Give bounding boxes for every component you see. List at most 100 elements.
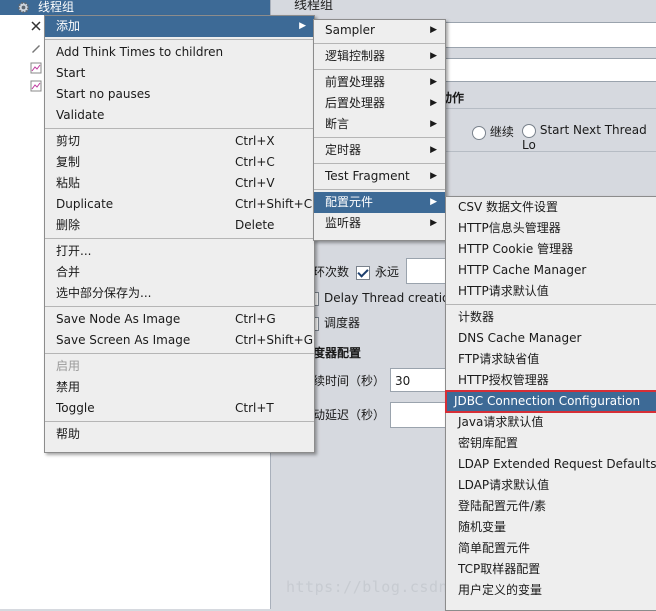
add-menu-item-test-fragment[interactable]: Test Fragment ▶ — [314, 166, 445, 187]
add-menu-item-8[interactable]: 定时器 ▶ — [314, 140, 445, 161]
config-menu-item-ldap[interactable]: LDAP请求默认值 — [446, 475, 656, 496]
config-menu-item-12[interactable]: 密钥库配置 — [446, 433, 656, 454]
config-menu-item-http-cache-manager[interactable]: HTTP Cache Manager — [446, 260, 656, 281]
delay-thread-creation-label: Delay Thread creation — [324, 291, 457, 305]
radio-start-next-thread[interactable]: Start Next Thread Lo — [522, 123, 656, 152]
scheduler-config-title: 度器配置 — [313, 346, 362, 360]
menu-item-label: 删除 — [56, 218, 81, 232]
config-menu-item-http-cookie[interactable]: HTTP Cookie 管理器 — [446, 239, 656, 260]
loop-count-field[interactable] — [406, 258, 448, 284]
menu-item-label: HTTP信息头管理器 — [458, 221, 561, 235]
context-menu-item-9[interactable]: 粘贴 Ctrl+V — [45, 173, 314, 194]
menu-item-label: 监听器 — [325, 216, 362, 230]
context-menu-item-duplicate[interactable]: Duplicate Ctrl+Shift+C — [45, 194, 314, 215]
menu-item-label: HTTP Cookie 管理器 — [458, 242, 574, 256]
config-menu-item-dns-cache-manager[interactable]: DNS Cache Manager — [446, 328, 656, 349]
menu-item-shortcut: Delete — [235, 218, 275, 232]
radio-continue[interactable]: 继续 — [472, 123, 514, 140]
config-menu-item-java[interactable]: Java请求默认值 — [446, 412, 656, 433]
menu-item-label: 计数器 — [458, 310, 495, 324]
submenu-arrow-icon: ▶ — [430, 25, 437, 35]
menu-item-label: 配置元件 — [325, 195, 374, 209]
add-menu-item-4[interactable]: 前置处理器 ▶ — [314, 72, 445, 93]
context-menu-item-validate[interactable]: Validate — [45, 105, 314, 126]
menu-item-label: HTTP请求默认值 — [458, 284, 549, 298]
delay-thread-creation-checkbox[interactable]: Delay Thread creation — [305, 291, 457, 306]
context-menu-item-save-screen-as-image[interactable]: Save Screen As Image Ctrl+Shift+G — [45, 330, 314, 351]
duration-label: 续时间（秒） — [313, 374, 386, 388]
forever-checkbox[interactable]: 永远 — [356, 263, 399, 280]
context-menu-item-save-node-as-image[interactable]: Save Node As Image Ctrl+G — [45, 309, 314, 330]
config-menu-item-19[interactable]: 用户定义的变量 — [446, 580, 656, 601]
menu-item-label: 启用 — [56, 359, 81, 373]
context-menu-item-start-no-pauses[interactable]: Start no pauses — [45, 84, 314, 105]
menu-item-label: 前置处理器 — [325, 75, 386, 89]
menu-item-label: DNS Cache Manager — [458, 331, 582, 345]
menu-item-label: Start no pauses — [56, 87, 151, 101]
chart-icon — [30, 80, 42, 92]
context-menu-item-add-think-times-to-children[interactable]: Add Think Times to children — [45, 42, 314, 63]
startup-delay-field[interactable] — [390, 402, 448, 428]
context-menu-item-14[interactable]: 合并 — [45, 262, 314, 283]
config-menu-item-http[interactable]: HTTP信息头管理器 — [446, 218, 656, 239]
menu-item-label: 添加 — [56, 19, 81, 33]
menu-item-label: Save Node As Image — [56, 312, 181, 326]
menu-item-label: Sampler — [325, 23, 375, 37]
config-menu-item-http[interactable]: HTTP请求默认值 — [446, 281, 656, 302]
menu-item-shortcut: Ctrl+V — [235, 176, 275, 190]
context-menu-item-0[interactable]: 添加 ▶ — [45, 16, 314, 37]
add-menu-item-13[interactable]: 监听器 ▶ — [314, 213, 445, 234]
panel-title: 线程组 — [294, 0, 334, 13]
menu-item-label: 打开... — [56, 244, 92, 258]
menu-item-label: Save Screen As Image — [56, 333, 191, 347]
context-menu-item-start[interactable]: Start — [45, 63, 314, 84]
menu-item-label: 逻辑控制器 — [325, 49, 386, 63]
config-menu-item-17[interactable]: 简单配置元件 — [446, 538, 656, 559]
submenu-arrow-icon: ▶ — [430, 171, 437, 181]
menu-item-label: HTTP授权管理器 — [458, 373, 549, 387]
submenu-arrow-icon: ▶ — [430, 51, 437, 61]
submenu-arrow-icon: ▶ — [299, 21, 306, 31]
config-menu-item-16[interactable]: 随机变量 — [446, 517, 656, 538]
config-menu-item-jdbc-connection-configuration[interactable]: JDBC Connection Configuration — [445, 390, 656, 413]
config-menu-item-ldap-extended-request-defaults[interactable]: LDAP Extended Request Defaults — [446, 454, 656, 475]
forever-label: 永远 — [375, 265, 400, 279]
context-menu-item-21[interactable]: 禁用 — [45, 377, 314, 398]
add-menu-item-12[interactable]: 配置元件 ▶ — [314, 192, 445, 213]
add-menu-item-5[interactable]: 后置处理器 ▶ — [314, 93, 445, 114]
config-menu-item-http[interactable]: HTTP授权管理器 — [446, 370, 656, 391]
add-submenu: Sampler ▶ 逻辑控制器 ▶ 前置处理器 ▶ 后置处理器 ▶ 断言 ▶ 定时器 ▶ Test Fr… — [313, 19, 446, 241]
menu-item-label: Add Think Times to children — [56, 45, 224, 59]
add-menu-item-2[interactable]: 逻辑控制器 ▶ — [314, 46, 445, 67]
context-menu-item-7[interactable]: 剪切 Ctrl+X — [45, 131, 314, 152]
menu-item-label: LDAP Extended Request Defaults — [458, 457, 656, 471]
submenu-arrow-icon: ▶ — [430, 197, 437, 207]
add-menu-item-sampler[interactable]: Sampler ▶ — [314, 20, 445, 41]
menu-item-label: 后置处理器 — [325, 96, 386, 110]
context-menu-item-20: 启用 — [45, 356, 314, 377]
context-menu-item-13[interactable]: 打开... — [45, 241, 314, 262]
duration-field[interactable]: 30 — [390, 368, 446, 392]
tree-node-thread-group[interactable]: 线程组 — [0, 0, 270, 15]
config-menu-item-15[interactable]: 登陆配置元件/素 — [446, 496, 656, 517]
submenu-arrow-icon: ▶ — [430, 77, 437, 87]
config-menu-item-tcp[interactable]: TCP取样器配置 — [446, 559, 656, 580]
menu-item-label: FTP请求缺省值 — [458, 352, 540, 366]
menu-item-label: 随机变量 — [458, 520, 507, 534]
context-menu-item-11[interactable]: 删除 Delete — [45, 215, 314, 236]
config-menu-item-csv[interactable]: CSV 数据文件设置 — [446, 197, 656, 218]
add-menu-item-6[interactable]: 断言 ▶ — [314, 114, 445, 135]
context-menu-item-toggle[interactable]: Toggle Ctrl+T — [45, 398, 314, 419]
context-menu-item-24[interactable]: 帮助 — [45, 424, 314, 445]
context-menu-item-8[interactable]: 复制 Ctrl+C — [45, 152, 314, 173]
menu-item-label: Duplicate — [56, 197, 114, 211]
config-menu-item-ftp[interactable]: FTP请求缺省值 — [446, 349, 656, 370]
startup-delay-label: 动延迟（秒） — [313, 408, 386, 422]
config-menu-item-6[interactable]: 计数器 — [446, 307, 656, 328]
menu-item-label: 定时器 — [325, 143, 362, 157]
context-menu-item-15[interactable]: 选中部分保存为... — [45, 283, 314, 304]
menu-item-shortcut: Ctrl+G — [235, 312, 276, 326]
menu-item-label: CSV 数据文件设置 — [458, 200, 559, 214]
scheduler-label: 调度器 — [324, 316, 361, 330]
gear-icon — [17, 1, 30, 14]
